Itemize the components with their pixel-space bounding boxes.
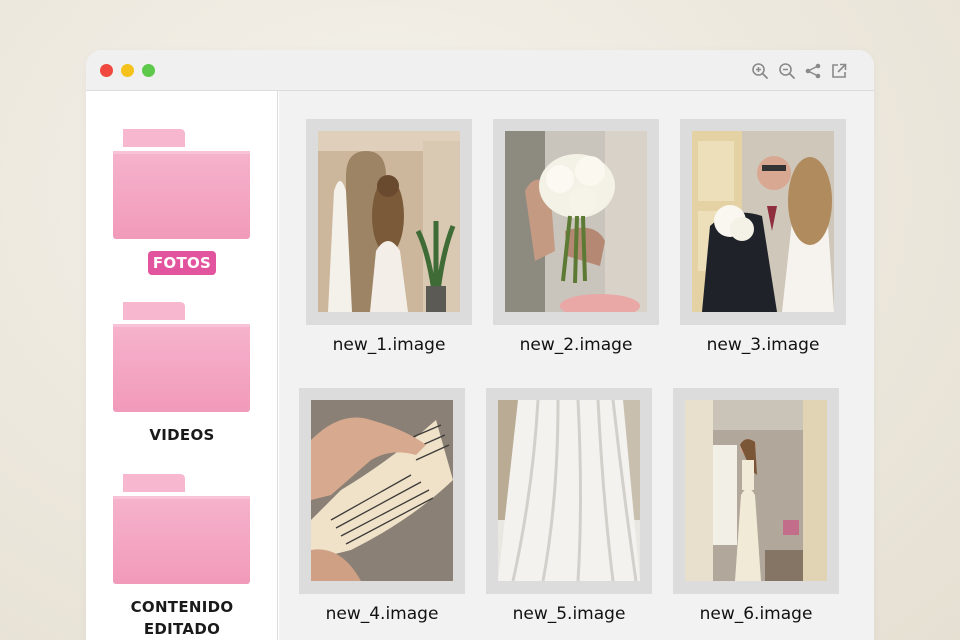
photo-frame — [493, 119, 659, 325]
minimize-button[interactable] — [121, 64, 134, 77]
folder-fotos-icon[interactable] — [113, 129, 250, 239]
photo-thumbnail — [318, 131, 460, 312]
file-grid: new_1.image new_2.image new_3.image new_… — [279, 91, 874, 640]
zoom-out-icon[interactable] — [778, 62, 796, 80]
file-name: new_6.image — [699, 604, 813, 624]
file-name: new_3.image — [706, 335, 820, 355]
photo-frame — [486, 388, 652, 594]
file-name: new_2.image — [519, 335, 633, 355]
photo-thumbnail — [498, 400, 640, 581]
share-icon[interactable] — [804, 62, 822, 80]
folder-videos-icon[interactable] — [113, 302, 250, 412]
title-bar — [86, 50, 874, 91]
photo-frame — [299, 388, 465, 594]
folder-contenido-editado-icon[interactable] — [113, 474, 250, 584]
photo-frame — [680, 119, 846, 325]
open-external-icon[interactable] — [830, 62, 848, 80]
folder-fotos-label[interactable]: FOTOS — [86, 251, 278, 275]
folder-contenido-editado-label[interactable]: CONTENIDO EDITADO — [86, 596, 278, 640]
zoom-in-icon[interactable] — [751, 62, 769, 80]
maximize-button[interactable] — [142, 64, 155, 77]
close-button[interactable] — [100, 64, 113, 77]
file-name: new_5.image — [512, 604, 626, 624]
photo-thumbnail — [685, 400, 827, 581]
photo-thumbnail — [505, 131, 647, 312]
file-browser-window: FOTOS VIDEOS CONTENIDO EDITADO new_1.ima… — [86, 50, 874, 640]
file-name: new_4.image — [325, 604, 439, 624]
file-name: new_1.image — [332, 335, 446, 355]
photo-frame — [673, 388, 839, 594]
photo-thumbnail — [692, 131, 834, 312]
photo-frame — [306, 119, 472, 325]
photo-thumbnail — [311, 400, 453, 581]
sidebar: FOTOS VIDEOS CONTENIDO EDITADO — [86, 91, 278, 640]
folder-videos-label[interactable]: VIDEOS — [86, 424, 278, 446]
